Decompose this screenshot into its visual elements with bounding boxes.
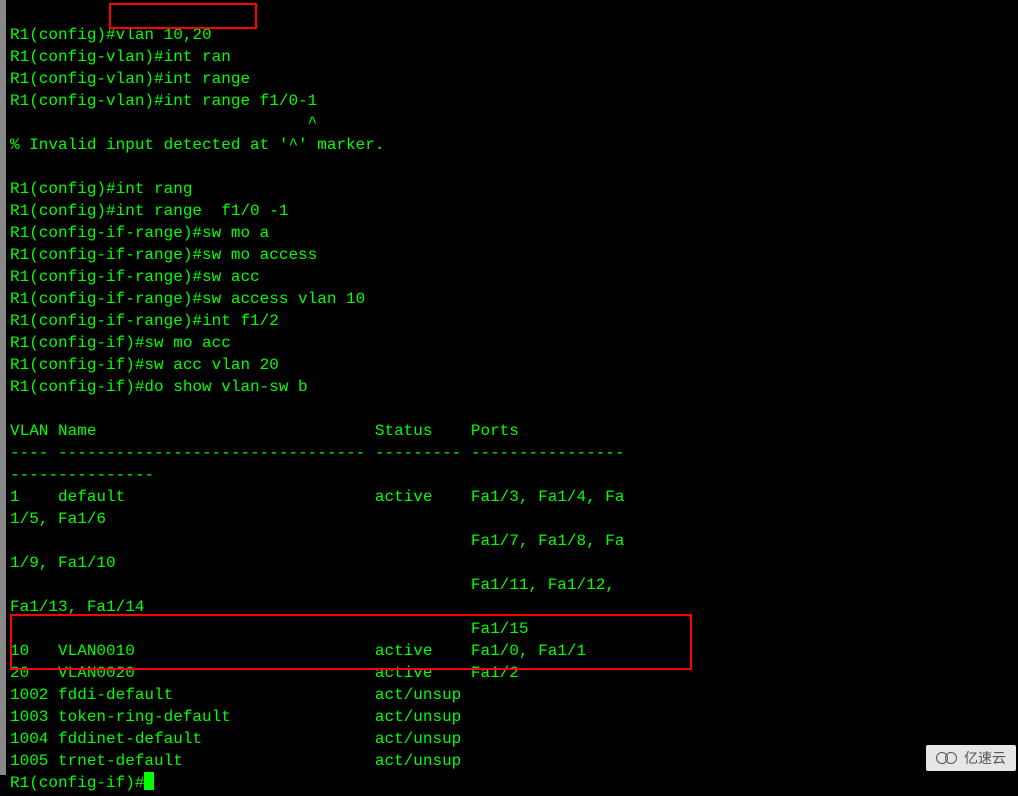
output-line: R1(config-if)#sw acc vlan 20: [10, 356, 279, 374]
output-line: R1(config-if-range)#sw acc: [10, 268, 260, 286]
table-header: VLAN Name Status Ports: [10, 422, 519, 440]
prompt-line[interactable]: R1(config-if)#: [10, 774, 154, 792]
output-line: R1(config)#int rang: [10, 180, 192, 198]
table-divider: ---------------: [10, 466, 154, 484]
table-row: 1/5, Fa1/6: [10, 510, 106, 528]
output-line: R1(config-if-range)#sw mo access: [10, 246, 317, 264]
output-line: R1(config-if-range)#sw access vlan 10: [10, 290, 365, 308]
table-row: 10 VLAN0010 active Fa1/0, Fa1/1: [10, 642, 586, 660]
table-row: 1004 fddinet-default act/unsup: [10, 730, 461, 748]
output-line: R1(config-if)#sw mo acc: [10, 334, 231, 352]
table-row: Fa1/15: [10, 620, 528, 638]
output-line: R1(config-vlan)#int range f1/0-1: [10, 92, 317, 110]
output-line: R1(config-vlan)#int ran: [10, 48, 231, 66]
watermark: 亿速云: [926, 745, 1016, 771]
output-line: R1(config-if-range)#int f1/2: [10, 312, 279, 330]
output-line: R1(config-if-range)#sw mo a: [10, 224, 269, 242]
output-line: R1(config)#vlan 10,20: [10, 26, 212, 44]
table-divider: ---- -------------------------------- --…: [10, 444, 625, 462]
prompt-text: R1(config-if)#: [10, 774, 144, 792]
output-line: R1(config)#int range f1/0 -1: [10, 202, 288, 220]
table-row: Fa1/11, Fa1/12,: [10, 576, 615, 594]
table-row: 1003 token-ring-default act/unsup: [10, 708, 461, 726]
output-line: R1(config-if)#do show vlan-sw b: [10, 378, 308, 396]
table-row: Fa1/7, Fa1/8, Fa: [10, 532, 625, 550]
terminal-output[interactable]: R1(config)#vlan 10,20 R1(config-vlan)#in…: [6, 0, 1018, 796]
output-line: ^: [10, 114, 317, 132]
output-line: % Invalid input detected at '^' marker.: [10, 136, 384, 154]
table-row: 1/9, Fa1/10: [10, 554, 116, 572]
watermark-logo-icon: [936, 752, 958, 764]
watermark-text: 亿速云: [964, 747, 1006, 769]
table-row: 1002 fddi-default act/unsup: [10, 686, 461, 704]
table-row: 1005 trnet-default act/unsup: [10, 752, 461, 770]
table-row: 1 default active Fa1/3, Fa1/4, Fa: [10, 488, 625, 506]
table-row: Fa1/13, Fa1/14: [10, 598, 144, 616]
output-line: R1(config-vlan)#int range: [10, 70, 250, 88]
table-row: 20 VLAN0020 active Fa1/2: [10, 664, 519, 682]
